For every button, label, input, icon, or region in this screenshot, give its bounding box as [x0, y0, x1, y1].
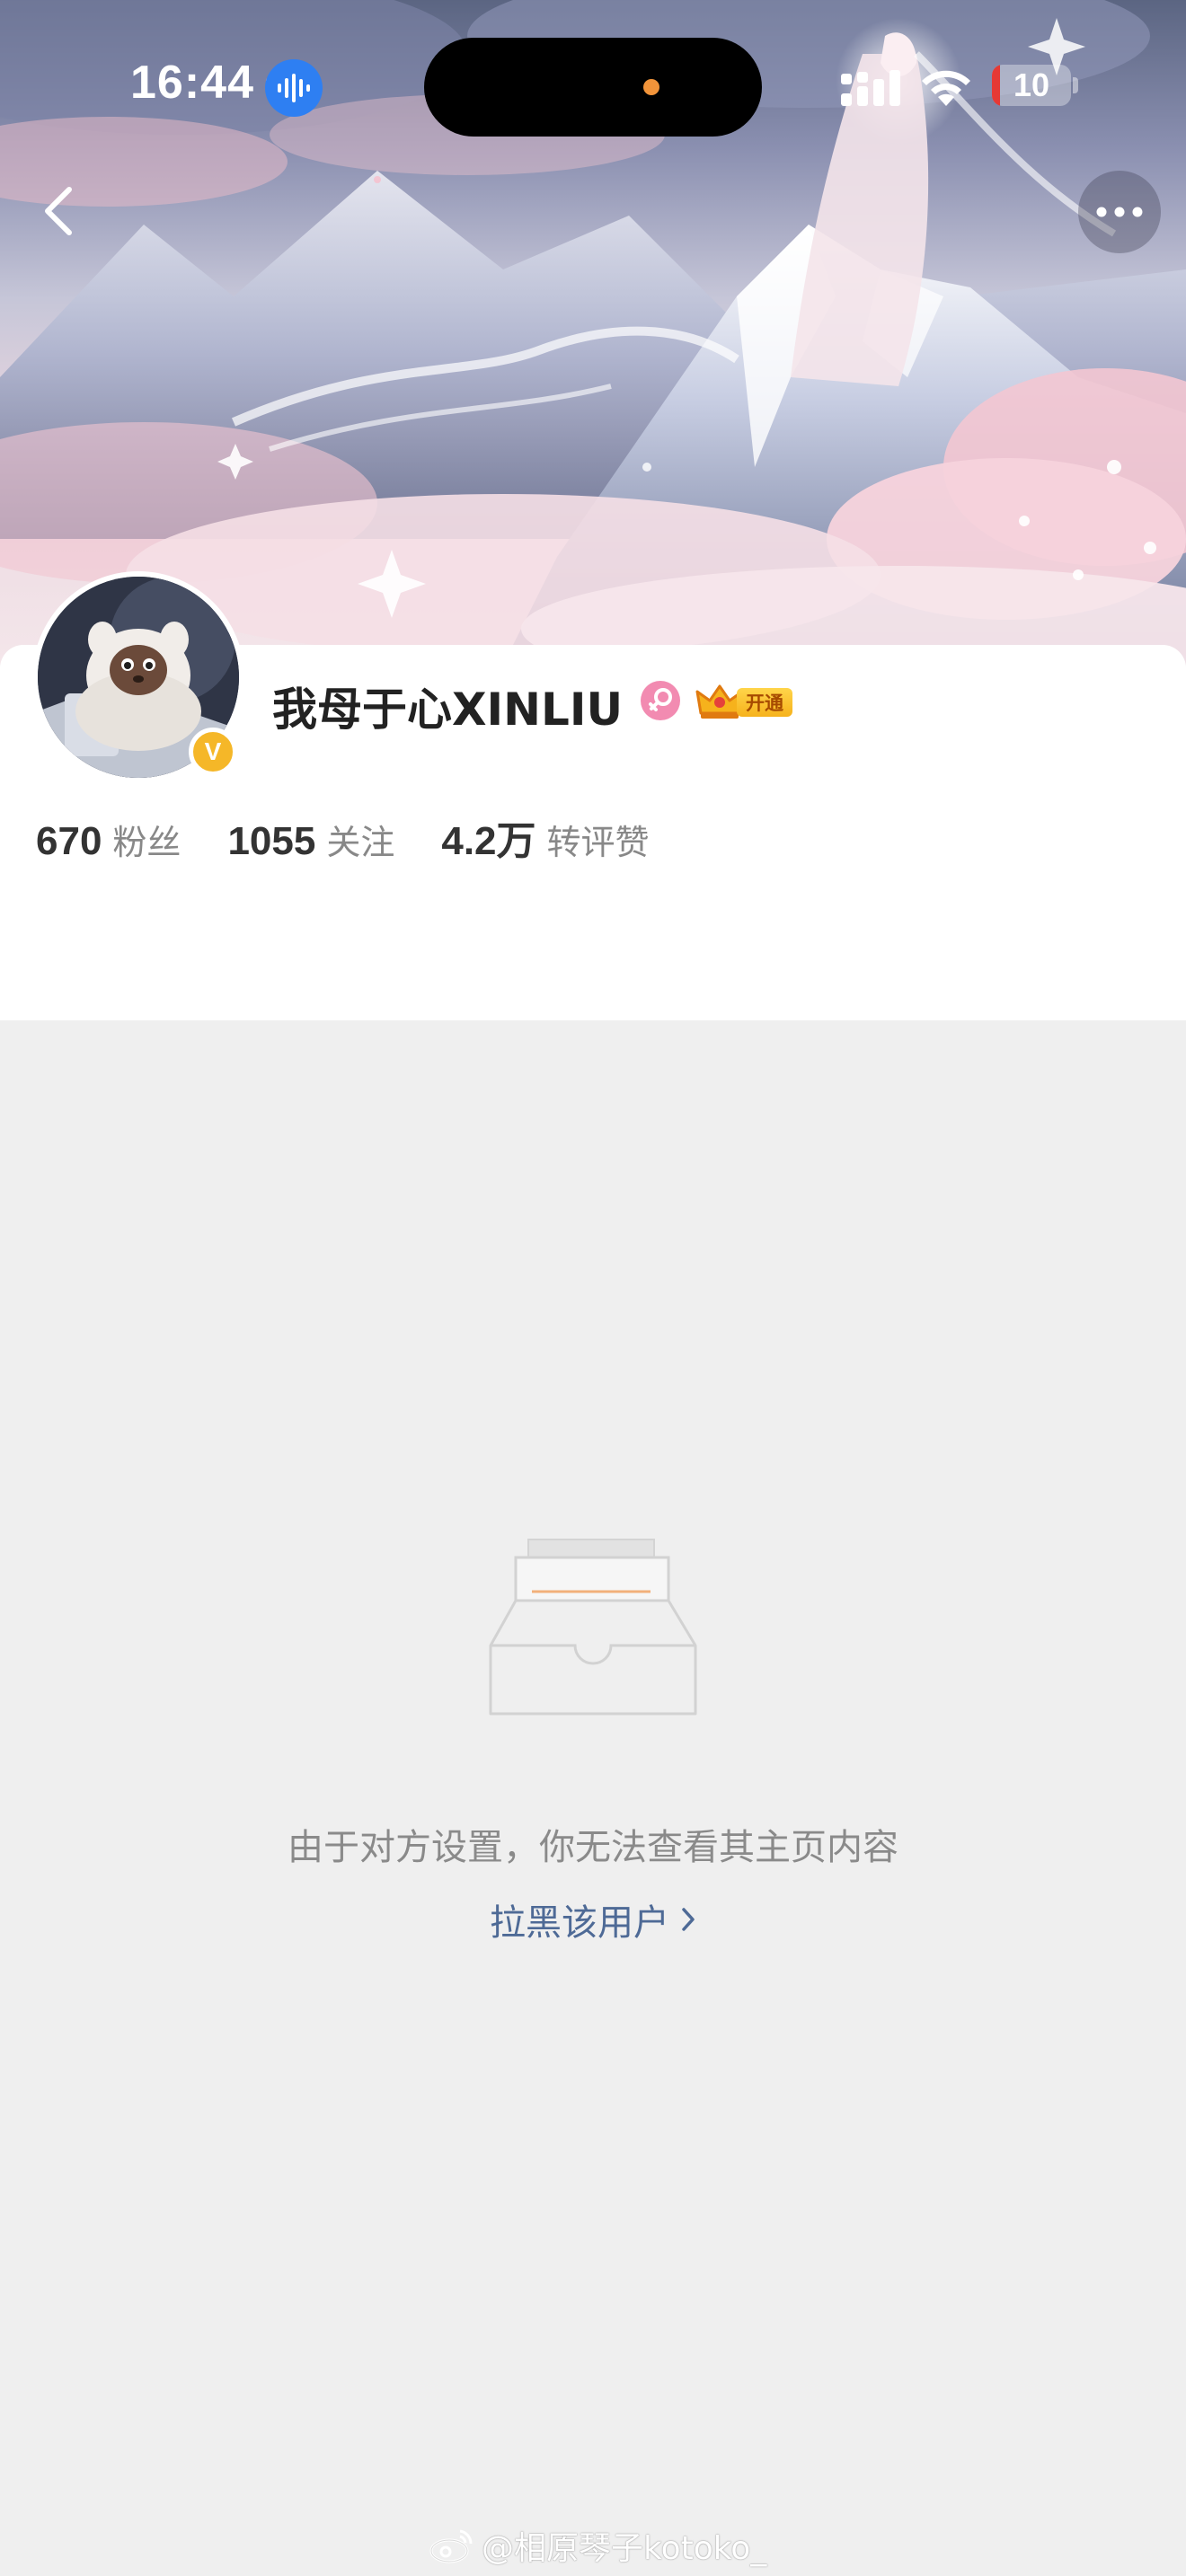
verified-badge-icon: V [189, 728, 237, 776]
back-button[interactable] [18, 171, 99, 251]
battery-cap [1073, 77, 1078, 93]
voice-recording-icon[interactable] [265, 59, 323, 117]
weibo-logo-icon [429, 2529, 473, 2563]
watermark-text: @相原琴子kotoko_ [482, 2530, 767, 2567]
vip-open-badge[interactable]: 开通 [695, 683, 796, 722]
battery-level-text: 10 [1013, 66, 1050, 103]
block-user-link[interactable]: 拉黑该用户 [0, 1893, 1186, 1945]
stat-label: 粉丝 [112, 823, 181, 862]
weibo-watermark: @相原琴子kotoko_ [429, 2520, 766, 2571]
stat-following[interactable]: 1055 关注 [227, 815, 394, 864]
status-time: 16:44 [130, 57, 254, 109]
battery-indicator: 10 [992, 65, 1071, 106]
dynamic-island [424, 38, 762, 137]
profile-username: 我母于心XINLIU [272, 684, 624, 736]
female-icon [641, 681, 680, 724]
profile-stats: 670 粉丝 1055 关注 4.2万 转评赞 [36, 808, 696, 871]
stat-label: 转评赞 [546, 823, 650, 862]
more-options-button[interactable] [1078, 171, 1161, 253]
block-user-label: 拉黑该用户 [490, 1902, 669, 1944]
privacy-indicator-dot [643, 79, 659, 95]
stat-value: 1055 [227, 819, 316, 863]
stat-reposts-comments-likes[interactable]: 4.2万 转评赞 [441, 808, 649, 866]
empty-inbox-icon [489, 1538, 697, 1725]
stat-value: 670 [36, 819, 102, 863]
stat-label: 关注 [326, 823, 395, 862]
vip-label: 开通 [737, 688, 792, 717]
chevron-left-icon [45, 187, 72, 235]
stat-followers[interactable]: 670 粉丝 [36, 815, 181, 864]
stat-value: 4.2万 [441, 819, 536, 863]
cellular-signal-icon [841, 68, 902, 111]
chevron-right-icon [682, 1908, 695, 1931]
private-profile-message: 由于对方设置，你无法查看其主页内容 [288, 1827, 898, 1868]
wifi-icon [918, 65, 974, 111]
more-dots-icon [1096, 207, 1143, 217]
